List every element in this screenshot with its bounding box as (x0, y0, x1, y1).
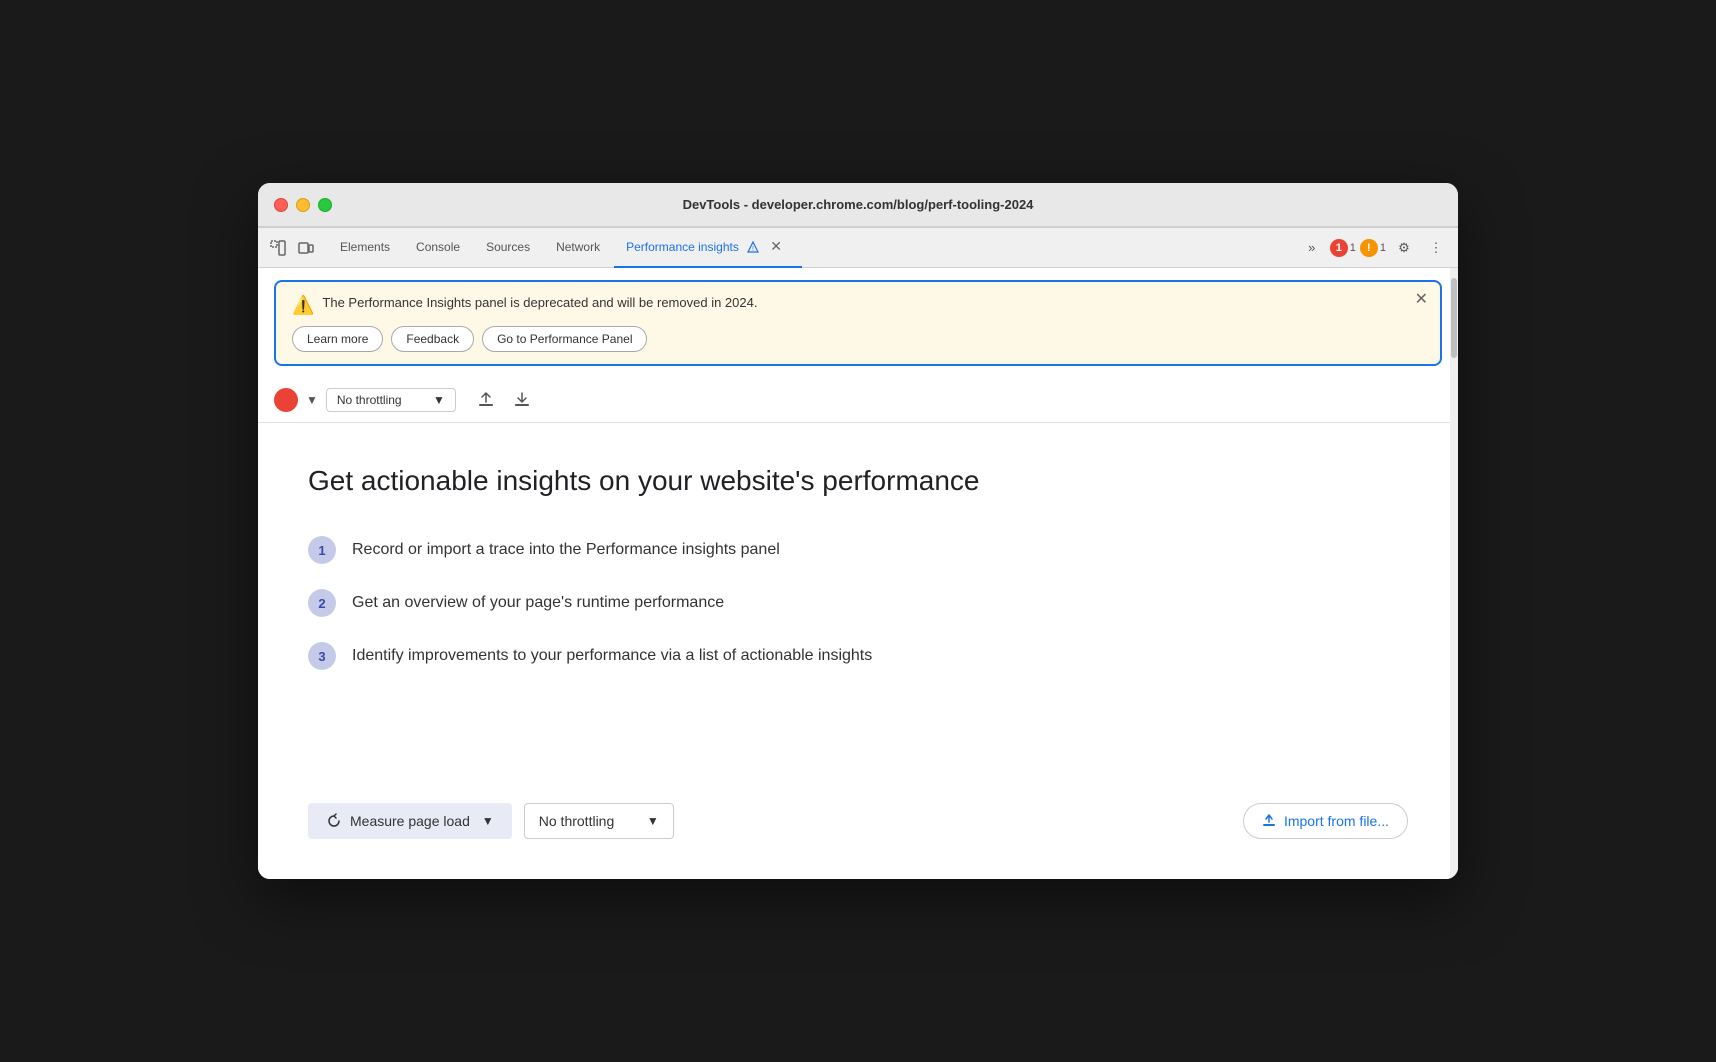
record-dropdown-arrow[interactable]: ▼ (306, 393, 318, 407)
more-options-button[interactable]: ⋮ (1422, 234, 1450, 262)
warning-text: The Performance Insights panel is deprec… (322, 294, 757, 312)
close-button[interactable] (274, 198, 288, 212)
warning-count-label: 1 (1380, 242, 1386, 254)
error-badge-row: 1 1 (1330, 239, 1356, 257)
warning-message: ⚠️ The Performance Insights panel is dep… (292, 294, 1424, 316)
inspector-icon[interactable] (266, 236, 290, 260)
steps-list: 1 Record or import a trace into the Perf… (308, 535, 1408, 670)
feedback-button[interactable]: Feedback (391, 326, 474, 352)
step-item-1: 1 Record or import a trace into the Perf… (308, 535, 1408, 564)
devtools-window: DevTools - developer.chrome.com/blog/per… (258, 183, 1458, 879)
main-throttle-select[interactable]: No throttling ▼ (524, 803, 674, 839)
step-text-3: Identify improvements to your performanc… (352, 641, 872, 668)
warning-icon-exclaim: ! (1367, 242, 1371, 254)
step-number-3: 3 (308, 642, 336, 670)
warning-triangle-icon: ⚠️ (292, 295, 314, 316)
settings-button[interactable]: ⚙ (1390, 234, 1418, 262)
import-label: Import from file... (1284, 813, 1389, 829)
tab-sources[interactable]: Sources (474, 228, 542, 268)
main-heading: Get actionable insights on your website'… (308, 463, 1408, 499)
svg-text:!: ! (752, 246, 754, 253)
main-content: Get actionable insights on your website'… (258, 423, 1458, 803)
measure-dropdown-arrow: ▼ (482, 814, 494, 828)
devtools-body: Elements Console Sources Network Perform… (258, 227, 1458, 879)
more-tabs-button[interactable]: » (1298, 234, 1326, 262)
tab-console[interactable]: Console (404, 228, 472, 268)
step-text-2: Get an overview of your page's runtime p… (352, 588, 724, 615)
step-number-1: 1 (308, 536, 336, 564)
scrollbar[interactable] (1450, 268, 1458, 879)
device-icon[interactable] (294, 236, 318, 260)
toolbar-throttle-label: No throttling (337, 393, 402, 407)
content-area: ⚠️ The Performance Insights panel is dep… (258, 268, 1458, 879)
minimize-button[interactable] (296, 198, 310, 212)
main-throttle-arrow: ▼ (647, 814, 659, 828)
measure-page-load-label: Measure page load (350, 813, 470, 829)
tab-icons (266, 236, 318, 260)
tab-performance-insights[interactable]: Performance insights ! ✕ (614, 228, 802, 268)
tab-right-actions: » 1 1 ! 1 ⚙ ⋮ (1298, 234, 1450, 262)
learn-more-button[interactable]: Learn more (292, 326, 383, 352)
step-number-2: 2 (308, 589, 336, 617)
step-text-1: Record or import a trace into the Perfor… (352, 535, 780, 562)
traffic-lights (274, 198, 332, 212)
step-item-2: 2 Get an overview of your page's runtime… (308, 588, 1408, 617)
record-button[interactable] (274, 388, 298, 412)
window-title: DevTools - developer.chrome.com/blog/per… (683, 197, 1034, 212)
error-count-label: 1 (1350, 242, 1356, 254)
toolbar-row: ▼ No throttling ▼ (258, 378, 1458, 423)
toolbar-throttle-select[interactable]: No throttling ▼ (326, 388, 456, 412)
tab-elements[interactable]: Elements (328, 228, 402, 268)
error-badge[interactable]: 1 (1330, 239, 1348, 257)
main-throttle-label: No throttling (539, 813, 614, 829)
warning-badge-row: ! 1 (1360, 239, 1386, 257)
go-to-performance-panel-button[interactable]: Go to Performance Panel (482, 326, 647, 352)
warning-buttons: Learn more Feedback Go to Performance Pa… (292, 326, 1424, 352)
step-item-3: 3 Identify improvements to your performa… (308, 641, 1408, 670)
warning-banner: ⚠️ The Performance Insights panel is dep… (274, 280, 1442, 366)
maximize-button[interactable] (318, 198, 332, 212)
tab-network[interactable]: Network (544, 228, 612, 268)
warning-badge[interactable]: ! (1360, 239, 1378, 257)
export-icons (472, 386, 536, 414)
close-performance-tab[interactable]: ✕ (762, 233, 790, 261)
tab-bar: Elements Console Sources Network Perform… (258, 228, 1458, 268)
toolbar-throttle-arrow: ▼ (433, 393, 445, 407)
upload-icon[interactable] (472, 386, 500, 414)
action-row: Measure page load ▼ No throttling ▼ Impo… (258, 803, 1458, 879)
title-bar: DevTools - developer.chrome.com/blog/per… (258, 183, 1458, 227)
scrollbar-thumb[interactable] (1451, 278, 1457, 358)
measure-page-load-button[interactable]: Measure page load ▼ (308, 803, 512, 839)
import-from-file-button[interactable]: Import from file... (1243, 803, 1408, 839)
download-icon[interactable] (508, 386, 536, 414)
close-banner-button[interactable]: ✕ (1415, 292, 1428, 308)
